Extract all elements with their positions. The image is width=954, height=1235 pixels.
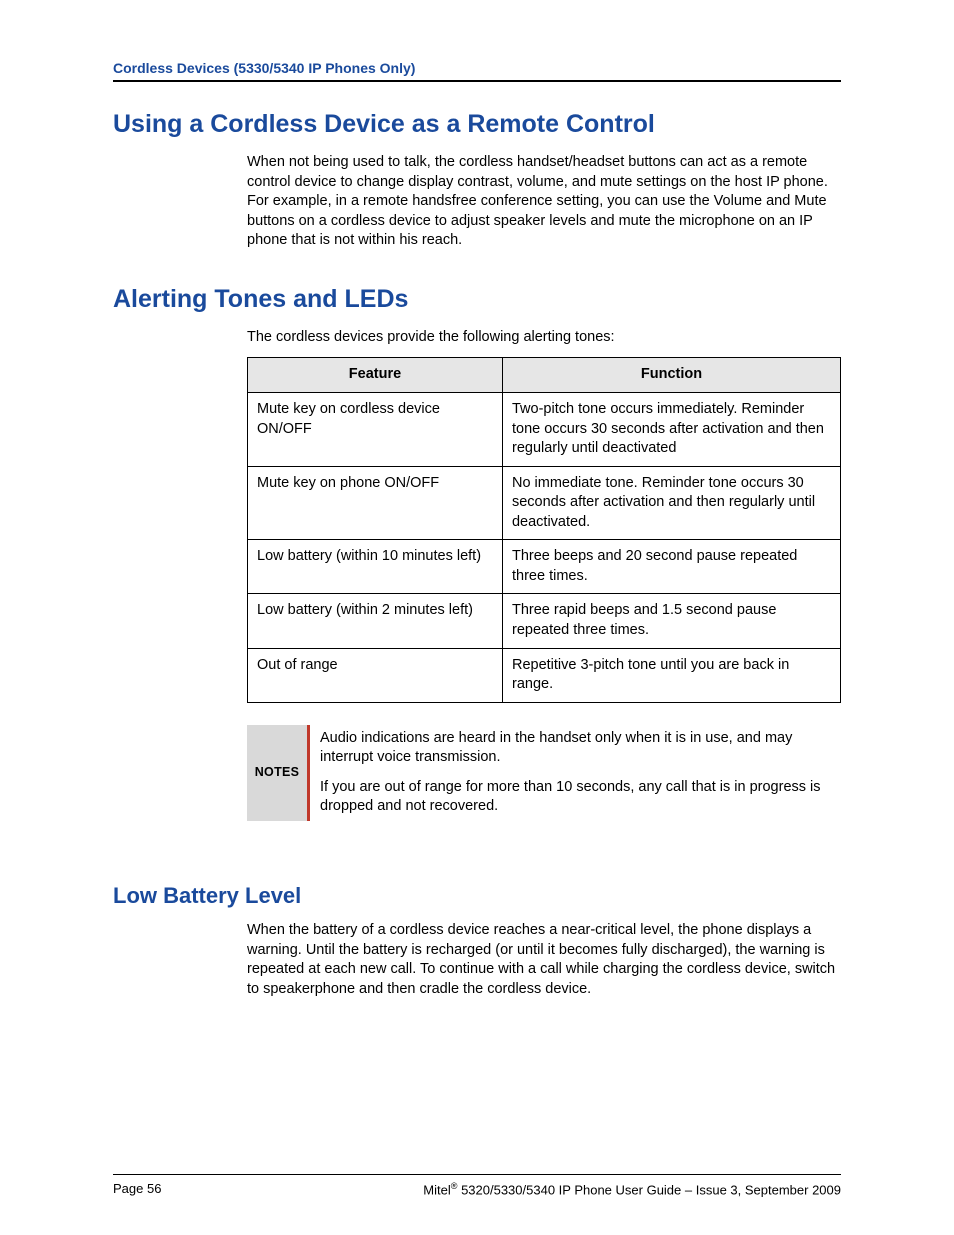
table-cell: Low battery (within 2 minutes left) (248, 594, 503, 648)
table-cell: Mute key on phone ON/OFF (248, 466, 503, 540)
table-row: Low battery (within 2 minutes left) Thre… (248, 594, 841, 648)
section-heading-low-battery: Low Battery Level (113, 883, 841, 909)
table-cell: Three beeps and 20 second pause repeated… (502, 540, 840, 594)
footer-doc-id: Mitel® 5320/5330/5340 IP Phone User Guid… (423, 1181, 841, 1197)
section-heading-remote-control: Using a Cordless Device as a Remote Cont… (113, 110, 841, 139)
header-rule (113, 80, 841, 82)
alerting-tones-table: Feature Function Mute key on cordless de… (247, 357, 841, 702)
footer-doc-title: 5320/5330/5340 IP Phone User Guide – Iss… (457, 1182, 841, 1197)
table-row: Mute key on phone ON/OFF No immediate to… (248, 466, 841, 540)
paragraph: When the battery of a cordless device re… (247, 921, 841, 999)
footer-rule (113, 1174, 841, 1175)
table-row: Out of range Repetitive 3-pitch tone unt… (248, 648, 841, 702)
table-cell: Three rapid beeps and 1.5 second pause r… (502, 594, 840, 648)
paragraph: When not being used to talk, the cordles… (247, 153, 841, 251)
table-cell: No immediate tone. Reminder tone occurs … (502, 466, 840, 540)
body-low-battery: When the battery of a cordless device re… (247, 921, 841, 999)
notes-label-cell: NOTES (247, 725, 307, 821)
footer-row: Page 56 Mitel® 5320/5330/5340 IP Phone U… (113, 1181, 841, 1197)
table-cell: Mute key on cordless device ON/OFF (248, 392, 503, 466)
paragraph: The cordless devices provide the followi… (247, 328, 841, 348)
page: Cordless Devices (5330/5340 IP Phones On… (0, 0, 954, 1235)
section-heading-alerting-tones: Alerting Tones and LEDs (113, 285, 841, 314)
notes-body: Audio indications are heard in the hands… (310, 725, 841, 821)
table-cell: Out of range (248, 648, 503, 702)
table-row: Low battery (within 10 minutes left) Thr… (248, 540, 841, 594)
paragraph: If you are out of range for more than 10… (320, 778, 841, 817)
notes-callout: NOTES Audio indications are heard in the… (247, 725, 841, 821)
table-row: Mute key on cordless device ON/OFF Two-p… (248, 392, 841, 466)
footer-brand: Mitel (423, 1182, 450, 1197)
table-cell: Repetitive 3-pitch tone until you are ba… (502, 648, 840, 702)
table-header-function: Function (502, 358, 840, 393)
footer-page-number: Page 56 (113, 1181, 161, 1197)
table-cell: Low battery (within 10 minutes left) (248, 540, 503, 594)
table-header-row: Feature Function (248, 358, 841, 393)
body-alerting-tones: The cordless devices provide the followi… (247, 328, 841, 821)
notes-label: NOTES (255, 764, 300, 781)
body-remote-control: When not being used to talk, the cordles… (247, 153, 841, 251)
table-header-feature: Feature (248, 358, 503, 393)
running-header: Cordless Devices (5330/5340 IP Phones On… (113, 60, 841, 76)
table-cell: Two-pitch tone occurs immediately. Remin… (502, 392, 840, 466)
page-footer: Page 56 Mitel® 5320/5330/5340 IP Phone U… (113, 1174, 841, 1197)
paragraph: Audio indications are heard in the hands… (320, 729, 841, 768)
